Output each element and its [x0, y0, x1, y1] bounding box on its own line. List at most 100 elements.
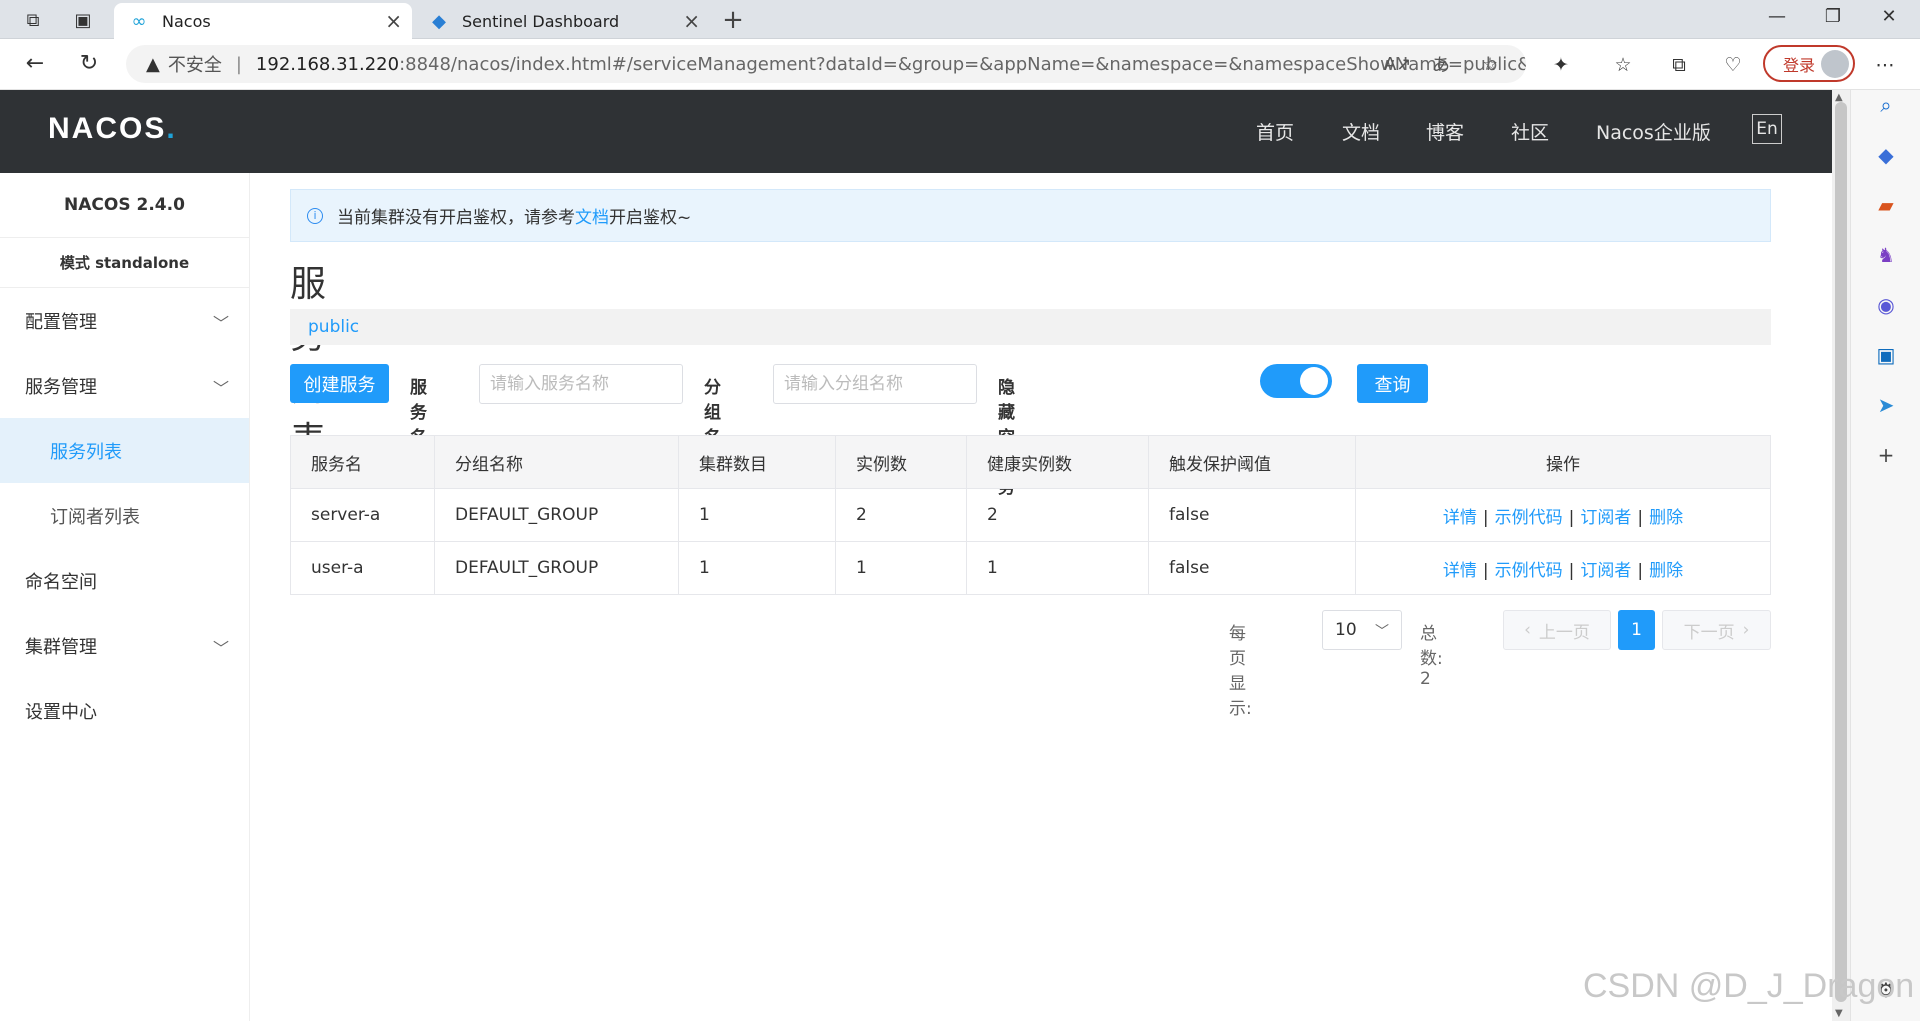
hide-empty-toggle[interactable] — [1260, 364, 1332, 398]
watermark: CSDN @D_J_Dragon — [1583, 967, 1915, 1005]
tools-icon[interactable]: ▰ — [1871, 190, 1901, 220]
tab-actions-icon[interactable]: ▣ — [70, 7, 96, 33]
nav-enterprise[interactable]: Nacos企业版 — [1596, 118, 1711, 145]
nacos-infinity-icon: ∞ — [131, 10, 147, 32]
menu-cluster-management[interactable]: 集群管理 ﹀ — [0, 613, 249, 678]
cell-healthy: 1 — [966, 541, 1149, 595]
col-cluster-count: 集群数目 — [678, 435, 836, 489]
nacos-logo[interactable]: NACOS. — [48, 112, 177, 146]
login-label: 登录 — [1783, 55, 1816, 75]
detail-link[interactable]: 详情 — [1443, 508, 1477, 528]
menu-service-management[interactable]: 服务管理 ﹀ — [0, 353, 249, 418]
login-button[interactable]: 登录 — [1763, 45, 1855, 82]
workspaces-icon[interactable]: ⧉ — [20, 7, 46, 33]
language-button[interactable]: En — [1752, 114, 1782, 144]
search-icon[interactable]: ⌕ — [1871, 90, 1901, 120]
browser-tab-sentinel[interactable]: ◆ Sentinel Dashboard × — [414, 3, 710, 39]
col-instance-count: 实例数 — [835, 435, 967, 489]
cell-threshold: false — [1148, 541, 1356, 595]
nav-home[interactable]: 首页 — [1256, 118, 1294, 145]
menu-subscriber-list[interactable]: 订阅者列表 — [0, 483, 249, 548]
extensions-icon[interactable]: ✦ — [1546, 50, 1576, 80]
cell-service: server-a — [290, 488, 435, 542]
namespace-public[interactable]: public — [308, 317, 359, 337]
version-label: NACOS 2.4.0 — [0, 173, 249, 238]
chevron-down-icon: ﹀ — [212, 639, 229, 658]
next-page-button[interactable]: 下一页 › — [1662, 610, 1771, 650]
toggle-knob — [1300, 367, 1328, 395]
translate-icon[interactable]: あ — [1432, 51, 1450, 77]
table-header-row: 服务名 分组名称 集群数目 实例数 健康实例数 触发保护阈值 操作 — [290, 435, 1771, 489]
collections-icon[interactable]: ⧉ — [1664, 50, 1694, 80]
notice-suffix: 开启鉴权~ — [609, 208, 692, 228]
col-service-name: 服务名 — [290, 435, 435, 489]
back-icon[interactable]: ← — [20, 49, 50, 79]
send-icon[interactable]: ➤ — [1871, 390, 1901, 420]
subscriber-link[interactable]: 订阅者 — [1580, 561, 1631, 581]
outlook-icon[interactable]: ▣ — [1871, 340, 1901, 370]
scroll-down-icon[interactable]: ▼ — [1835, 1008, 1843, 1019]
games-icon[interactable]: ♞ — [1871, 240, 1901, 270]
prev-page-button[interactable]: ‹ 上一页 — [1503, 610, 1611, 650]
more-menu-icon[interactable]: ⋯ — [1870, 50, 1900, 80]
warning-icon: ▲ — [146, 53, 160, 75]
create-service-button[interactable]: 创建服务 — [290, 364, 389, 403]
add-icon[interactable]: + — [1871, 440, 1901, 470]
page-1-button[interactable]: 1 — [1618, 610, 1655, 650]
delete-link[interactable]: 删除 — [1649, 561, 1683, 581]
url-path: :8848/nacos/index.html#/serviceManagemen… — [399, 53, 1526, 75]
service-name-input[interactable] — [479, 364, 683, 404]
minimize-icon[interactable]: — — [1762, 6, 1792, 27]
close-icon[interactable]: × — [385, 9, 402, 33]
detail-link[interactable]: 详情 — [1443, 561, 1477, 581]
nav-community[interactable]: 社区 — [1511, 118, 1549, 145]
menu-service-list[interactable]: 服务列表 — [0, 418, 249, 483]
subscriber-link[interactable]: 订阅者 — [1580, 508, 1631, 528]
close-icon[interactable]: × — [683, 9, 700, 33]
copilot-icon[interactable]: ◉ — [1871, 290, 1901, 320]
menu-config-management[interactable]: 配置管理 ﹀ — [0, 288, 249, 353]
notice-docs-link[interactable]: 文档 — [575, 203, 609, 228]
cell-service: user-a — [290, 541, 435, 595]
service-table: 服务名 分组名称 集群数目 实例数 健康实例数 触发保护阈值 操作 server… — [290, 435, 1771, 595]
scroll-thumb[interactable] — [1835, 102, 1847, 1002]
chevron-down-icon: ﹀ — [1375, 624, 1389, 640]
sample-code-link[interactable]: 示例代码 — [1495, 508, 1563, 528]
per-page-select[interactable]: 10 ﹀ — [1322, 610, 1402, 650]
delete-link[interactable]: 删除 — [1649, 508, 1683, 528]
cell-threshold: false — [1148, 488, 1356, 542]
url-field[interactable]: ▲ 不安全 | 192.168.31.220:8848/nacos/index.… — [126, 45, 1526, 83]
window-close-icon[interactable]: ✕ — [1874, 6, 1904, 27]
side-menu: NACOS 2.4.0 模式 standalone 配置管理 ﹀ 服务管理 ﹀ 服务… — [0, 173, 250, 1021]
url-host: 192.168.31.220 — [255, 53, 400, 75]
auth-notice: i 当前集群没有开启鉴权，请参考 文档 开启鉴权~ — [290, 189, 1771, 242]
sentinel-icon: ◆ — [432, 10, 446, 32]
new-tab-icon[interactable]: + — [718, 5, 748, 35]
browser-essentials-icon[interactable]: ♡ — [1718, 50, 1748, 80]
shopping-tag-icon[interactable]: ◆ — [1871, 140, 1901, 170]
group-name-input[interactable] — [773, 364, 977, 404]
per-page-label: 每页显示: — [1229, 624, 1252, 719]
address-bar-row: ← ↻ ▲ 不安全 | 192.168.31.220:8848/nacos/in… — [0, 39, 1920, 90]
nav-docs[interactable]: 文档 — [1342, 118, 1380, 145]
menu-settings-center[interactable]: 设置中心 — [0, 678, 249, 743]
table-row: server-a DEFAULT_GROUP 1 2 2 false 详情 | 示例… — [290, 488, 1771, 542]
browser-tab-bar: ⧉ ▣ ∞ Nacos × ◆ Sentinel Dashboard × + —… — [0, 0, 1920, 39]
restore-icon[interactable]: ❐ — [1818, 6, 1848, 27]
favorite-star-icon[interactable]: ☆ — [1482, 54, 1498, 75]
tab-title: Sentinel Dashboard — [462, 11, 620, 31]
menu-namespace[interactable]: 命名空间 — [0, 548, 249, 613]
security-label: 不安全 — [167, 55, 222, 76]
read-aloud-icon[interactable]: A↗ — [1384, 54, 1411, 75]
query-button[interactable]: 查询 — [1357, 364, 1428, 403]
notice-prefix: 当前集群没有开启鉴权，请参考 — [337, 208, 575, 228]
browser-tab-nacos[interactable]: ∞ Nacos × — [114, 3, 412, 39]
favorites-icon[interactable]: ☆ — [1608, 50, 1638, 80]
url-separator: | — [235, 53, 242, 75]
total-count: 总数: 2 — [1420, 624, 1443, 689]
refresh-icon[interactable]: ↻ — [74, 49, 104, 79]
sample-code-link[interactable]: 示例代码 — [1495, 561, 1563, 581]
info-icon: i — [307, 207, 323, 224]
page-scrollbar[interactable]: ▲ ▼ — [1832, 90, 1850, 1021]
nav-blog[interactable]: 博客 — [1426, 118, 1464, 145]
